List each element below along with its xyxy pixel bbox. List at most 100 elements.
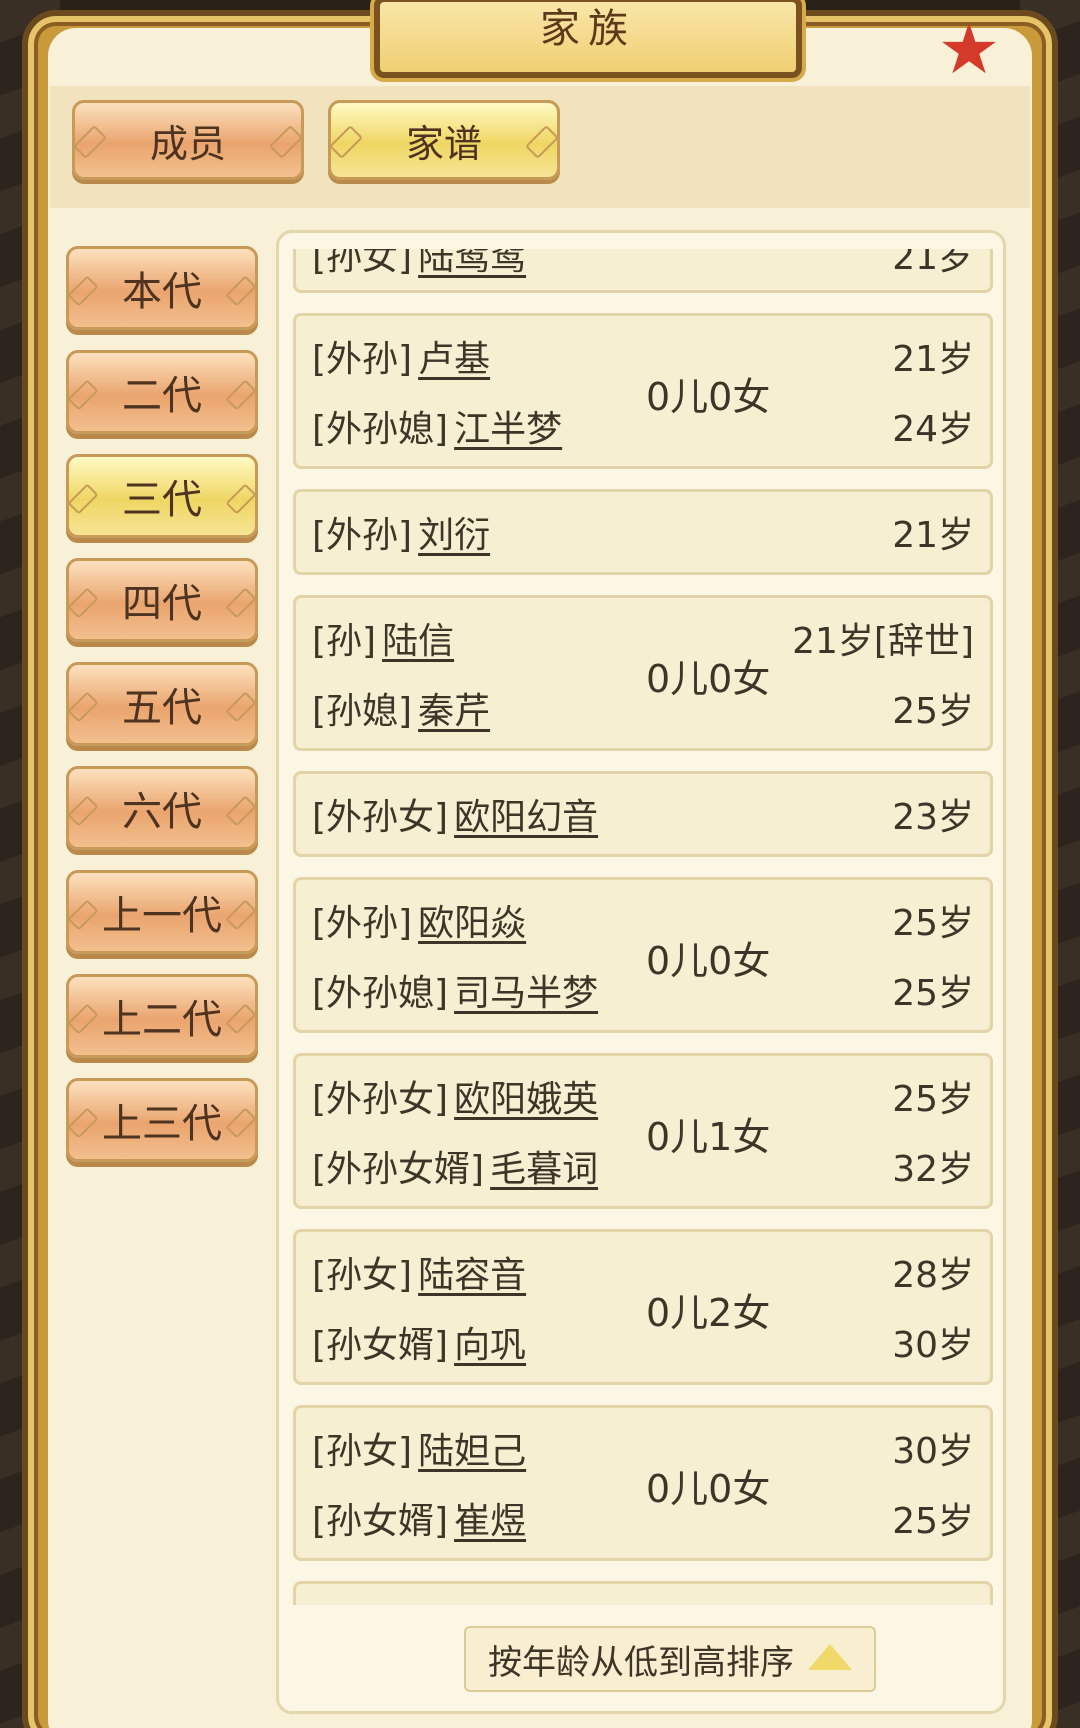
member-role: [孙] [312, 621, 377, 662]
family-card[interactable]: [外孙] 卢基 21岁 [外孙媳] 江半梦 24岁 0儿0女 [293, 313, 993, 469]
gen-button-2[interactable]: 二代 [66, 350, 258, 434]
member-age: 21岁[辞世] [792, 621, 974, 662]
member-age: 32岁 [892, 1149, 974, 1190]
member-role: [外孙女] [312, 1079, 449, 1120]
gen-button-4[interactable]: 四代 [66, 558, 258, 642]
member-role: [孙媳] [312, 691, 413, 732]
member-name[interactable]: 欧阳焱 [418, 894, 526, 946]
member-role: [外孙] [312, 339, 413, 380]
member-name[interactable]: 欧阳娥英 [454, 1070, 598, 1122]
gen-button-5[interactable]: 五代 [66, 662, 258, 746]
gen-button-prev-2[interactable]: 上二代 [66, 974, 258, 1058]
family-card[interactable]: [孙女] 陆鸳鸳 21岁 [293, 249, 993, 293]
gen-label: 三代 [122, 477, 202, 523]
member-age: 24岁 [892, 409, 974, 450]
member-row: [孙女婿] 向巩 30岁 [312, 1318, 974, 1366]
member-age: 21岁 [892, 515, 974, 556]
children-count: 0儿0女 [646, 939, 771, 983]
member-name[interactable]: 陆容音 [418, 1246, 526, 1298]
member-age: 21岁 [892, 249, 974, 278]
member-role: [孙女] [312, 1255, 413, 1296]
member-age: 28岁 [892, 1255, 974, 1296]
top-tab-strip: 成员 家谱 [50, 86, 1030, 208]
member-row: [外孙媳] 司马半梦 25岁 [312, 966, 974, 1014]
member-role: [孙女婿] [312, 1501, 449, 1542]
close-star-icon[interactable]: ★ [934, 14, 1004, 84]
triangle-up-icon [808, 1644, 852, 1670]
sort-by-age-button[interactable]: 按年龄从低到高排序 [464, 1626, 876, 1692]
tab-members[interactable]: 成员 [72, 100, 304, 180]
sort-label: 按年龄从低到高排序 [488, 1642, 794, 1683]
member-name[interactable]: 卢基 [418, 330, 490, 382]
gen-button-prev-1[interactable]: 上一代 [66, 870, 258, 954]
member-name[interactable]: 崔煜 [454, 1492, 526, 1544]
family-card-partial[interactable] [293, 1581, 993, 1605]
gen-label: 上一代 [102, 893, 222, 939]
gen-button-prev-3[interactable]: 上三代 [66, 1078, 258, 1162]
gen-label: 四代 [122, 581, 202, 627]
gen-label: 上三代 [102, 1101, 222, 1147]
gen-button-current[interactable]: 本代 [66, 246, 258, 330]
gen-label: 二代 [122, 373, 202, 419]
family-card[interactable]: [孙女] 陆容音 28岁 [孙女婿] 向巩 30岁 0儿2女 [293, 1229, 993, 1385]
member-name[interactable]: 司马半梦 [454, 964, 598, 1016]
member-role: [孙女] [312, 1431, 413, 1472]
member-row: [孙媳] 秦芹 25岁 [312, 684, 974, 732]
member-row: [外孙女婿] 毛暮词 32岁 [312, 1142, 974, 1190]
member-age: 23岁 [892, 797, 974, 838]
tab-family-tree[interactable]: 家谱 [328, 100, 560, 180]
member-role: [外孙女] [312, 797, 449, 838]
member-row: [孙] 陆信 21岁[辞世] [312, 614, 974, 662]
member-name[interactable]: 毛暮词 [490, 1140, 598, 1192]
member-age: 25岁 [892, 973, 974, 1014]
member-row: [外孙女] 欧阳幻音 23岁 [312, 790, 974, 838]
member-role: [外孙媳] [312, 409, 449, 450]
tab-members-label: 成员 [149, 121, 226, 166]
member-age: 21岁 [892, 339, 974, 380]
children-count: 0儿1女 [646, 1115, 771, 1159]
member-name[interactable]: 欧阳幻音 [454, 788, 598, 840]
family-card[interactable]: [外孙女] 欧阳娥英 25岁 [外孙女婿] 毛暮词 32岁 0儿1女 [293, 1053, 993, 1209]
window-title-plaque: 家族 [374, 0, 802, 78]
gen-label: 本代 [122, 269, 202, 315]
member-row: [孙女] 陆容音 28岁 [312, 1248, 974, 1296]
member-name[interactable]: 陆信 [382, 612, 454, 664]
family-card[interactable]: [孙] 陆信 21岁[辞世] [孙媳] 秦芹 25岁 0儿0女 [293, 595, 993, 751]
member-row: [孙女婿] 崔煜 25岁 [312, 1494, 974, 1542]
member-age: 30岁 [892, 1325, 974, 1366]
gen-button-6[interactable]: 六代 [66, 766, 258, 850]
children-count: 0儿2女 [646, 1291, 771, 1335]
family-list-panel: [孙女] 陆鸳鸳 21岁 [外孙] 卢基 21岁 [外孙媳] 江半梦 24岁 0儿0女… [276, 230, 1006, 1714]
member-age: 25岁 [892, 903, 974, 944]
family-card[interactable]: [外孙女] 欧阳幻音 23岁 [293, 771, 993, 857]
member-name[interactable]: 刘衍 [418, 506, 490, 558]
member-name[interactable]: 陆鸳鸳 [418, 249, 526, 280]
member-row: [外孙] 刘衍 21岁 [312, 508, 974, 556]
children-count: 0儿0女 [646, 657, 771, 701]
member-name[interactable]: 秦芹 [418, 682, 490, 734]
gen-label: 五代 [122, 685, 202, 731]
family-card[interactable]: [外孙] 刘衍 21岁 [293, 489, 993, 575]
tab-family-tree-label: 家谱 [405, 121, 482, 166]
member-row: [孙女] 陆妲己 30岁 [312, 1424, 974, 1472]
member-name[interactable]: 陆妲己 [418, 1422, 526, 1474]
gen-button-3[interactable]: 三代 [66, 454, 258, 538]
gen-label: 上二代 [102, 997, 222, 1043]
family-list[interactable]: [孙女] 陆鸳鸳 21岁 [外孙] 卢基 21岁 [外孙媳] 江半梦 24岁 0儿0女… [293, 249, 993, 1605]
member-name[interactable]: 向巩 [454, 1316, 526, 1368]
member-age: 30岁 [892, 1431, 974, 1472]
member-row: [外孙] 卢基 21岁 [312, 332, 974, 380]
family-card[interactable]: [外孙] 欧阳焱 25岁 [外孙媳] 司马半梦 25岁 0儿0女 [293, 877, 993, 1033]
member-role: [外孙] [312, 515, 413, 556]
member-age: 25岁 [892, 1501, 974, 1542]
member-row: [外孙女] 欧阳娥英 25岁 [312, 1072, 974, 1120]
member-role: [外孙] [312, 903, 413, 944]
family-card[interactable]: [孙女] 陆妲己 30岁 [孙女婿] 崔煜 25岁 0儿0女 [293, 1405, 993, 1561]
member-age: 25岁 [892, 691, 974, 732]
member-row: [孙女] 陆鸳鸳 21岁 [312, 249, 974, 278]
member-role: [外孙女婿] [312, 1149, 485, 1190]
member-name[interactable]: 江半梦 [454, 400, 562, 452]
member-role: [孙女婿] [312, 1325, 449, 1366]
member-row: [外孙] 欧阳焱 25岁 [312, 896, 974, 944]
gen-label: 六代 [122, 789, 202, 835]
